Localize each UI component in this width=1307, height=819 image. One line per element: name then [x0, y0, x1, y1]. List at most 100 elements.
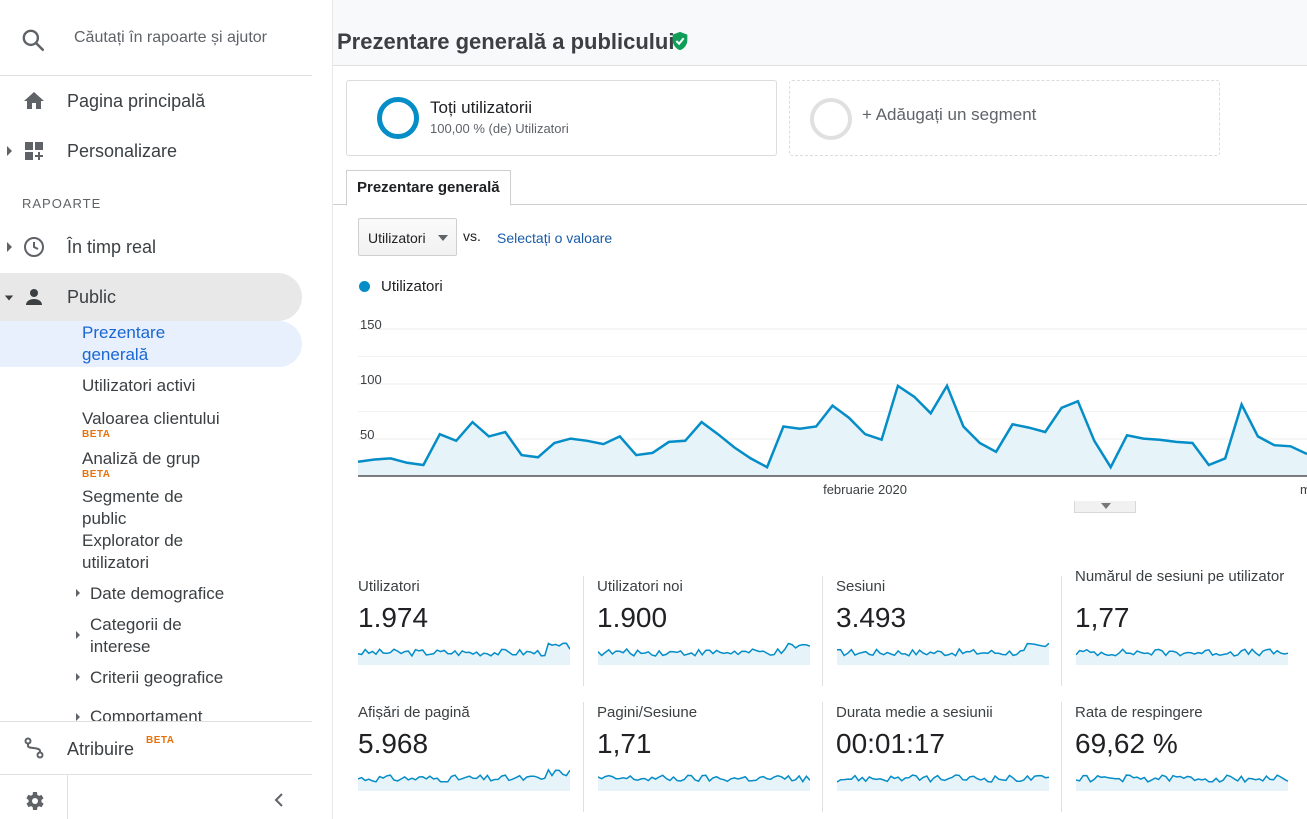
segment-ring-icon: [377, 97, 419, 139]
page-title: Prezentare generală a publicului: [337, 29, 675, 54]
sub-item-lifetime-value[interactable]: Valoarea clientului BETA: [82, 408, 220, 440]
line-chart: 50 100 150 februarie 2020 m: [358, 317, 1307, 497]
nav-item-realtime-label: În timp real: [67, 237, 157, 257]
footer-divider: [67, 775, 68, 819]
sparkline-line: [837, 642, 1049, 657]
segment-ring-empty-icon: [810, 98, 852, 140]
sparkline: [1076, 648, 1288, 665]
vs-label: vs.: [463, 228, 481, 244]
sub-group-geo[interactable]: Criterii geografice: [90, 667, 223, 689]
metric-card[interactable]: Pagini/Sesiune 1,71: [583, 702, 821, 812]
main-content: Prezentare generală a publicului Toți ut…: [333, 0, 1307, 819]
metric-value: 5.968: [358, 728, 429, 759]
sparkline-area: [1076, 649, 1288, 665]
sub-item-cohort-analysis[interactable]: Analiză de grup BETA: [82, 448, 200, 480]
caret-down-icon: [4, 295, 14, 301]
segment-card-all-users[interactable]: Toți utilizatorii 100,00 % (de) Utilizat…: [346, 80, 777, 156]
y-tick-label: 50: [360, 427, 374, 442]
nav-item-home[interactable]: Pagina principală: [0, 79, 312, 123]
sub-item-active-users[interactable]: Utilizatori activi: [82, 375, 195, 397]
sparkline-area: [358, 643, 570, 665]
beta-badge: BETA: [146, 735, 175, 746]
caret-down-icon: [1101, 503, 1111, 509]
nav-item-attribution[interactable]: Atribuire BETA: [0, 722, 312, 774]
metric-name: Numărul de sesiuni pe utilizator: [1075, 568, 1285, 585]
metric-name: Utilizatori noi: [597, 578, 683, 595]
y-tick-label: 100: [360, 372, 382, 387]
metric-select[interactable]: Utilizatori: [358, 218, 457, 256]
nav-item-customization[interactable]: Personalizare: [0, 129, 312, 173]
sub-group-demographics[interactable]: Date demografice: [90, 583, 224, 605]
sub-item-audiences[interactable]: Segmente de public: [82, 486, 212, 530]
nav-item-audience-label: Public: [67, 287, 117, 307]
metric-card[interactable]: Utilizatori 1.974: [358, 576, 596, 686]
metric-value: 1,77: [1075, 602, 1130, 633]
metric-card[interactable]: Afișări de pagină 5.968: [358, 702, 596, 812]
caret-down-icon: [438, 235, 448, 241]
metric-name: Rata de respingere: [1075, 704, 1203, 721]
sidebar-footer-row: [0, 774, 312, 819]
metric-value: 1.900: [597, 602, 668, 633]
metric-name: Afișări de pagină: [358, 704, 470, 721]
metric-value: 3.493: [836, 602, 907, 633]
metric-card[interactable]: Durata medie a sesiunii 00:01:17: [822, 702, 1060, 812]
sparkline-area: [358, 769, 570, 791]
metric-value: 00:01:17: [836, 728, 945, 759]
beta-badge: BETA: [82, 469, 111, 480]
add-segment-label: + Adăugați un segment: [862, 105, 1037, 124]
metric-value: 1,71: [597, 728, 652, 759]
gear-icon[interactable]: [22, 789, 46, 813]
select-comparison-link[interactable]: Selectați o valoare: [497, 230, 612, 246]
sidebar-footer: Atribuire BETA: [0, 721, 312, 819]
x-tick-label: m: [1300, 482, 1307, 497]
segment-name: Toți utilizatorii: [430, 98, 533, 117]
metric-select-value: Utilizatori: [368, 230, 426, 246]
segment-subtitle: 100,00 % (de) Utilizatori: [430, 121, 569, 136]
sparkline: [358, 642, 570, 665]
search-icon: [22, 29, 45, 52]
y-tick-label: 150: [360, 317, 382, 332]
metric-name: Pagini/Sesiune: [597, 704, 698, 721]
search-input[interactable]: Căutați în rapoarte și ajutor: [74, 29, 267, 47]
sub-item-cohort-analysis-label: Analiză de grup: [82, 449, 201, 468]
caret-right-icon: [76, 631, 80, 639]
sub-item-user-explorer[interactable]: Explorator de utilizatori: [82, 530, 212, 574]
nav-item-customization-label: Personalizare: [67, 141, 178, 161]
metric-card[interactable]: Rata de respingere 69,62 %: [1061, 702, 1299, 812]
x-tick-label: februarie 2020: [823, 482, 907, 497]
sparkline-area: [598, 643, 810, 665]
nav-item-realtime[interactable]: În timp real: [0, 225, 312, 269]
chart-expand-toggle[interactable]: [1074, 501, 1136, 513]
chevron-left-icon[interactable]: [270, 791, 288, 809]
sparkline: [837, 774, 1049, 791]
metric-card[interactable]: Sesiuni 3.493: [822, 576, 1060, 686]
metric-value: 69,62 %: [1075, 728, 1178, 759]
search-bar[interactable]: Căutați în rapoarte și ajutor: [0, 0, 312, 76]
sidebar: Căutați în rapoarte și ajutor Pagina pri…: [0, 0, 333, 819]
beta-badge: BETA: [82, 429, 111, 440]
legend-swatch: [359, 281, 370, 292]
sparkline: [598, 774, 810, 791]
metric-card[interactable]: Utilizatori noi 1.900: [583, 576, 821, 686]
metric-value: 1.974: [358, 602, 429, 633]
clock-icon: [24, 237, 44, 257]
add-segment-button[interactable]: + Adăugați un segment: [789, 80, 1220, 156]
sparkline: [1076, 774, 1288, 791]
metric-card[interactable]: Numărul de sesiuni pe utilizator 1,77: [1061, 568, 1299, 686]
nav-item-audience[interactable]: Public: [0, 273, 302, 321]
tab-overview[interactable]: Prezentare generală: [346, 170, 511, 206]
metric-name: Sesiuni: [836, 578, 886, 595]
legend-label: Utilizatori: [381, 278, 443, 295]
caret-right-icon: [7, 242, 12, 252]
caret-right-icon: [7, 146, 12, 156]
sub-item-overview[interactable]: Prezentare generală: [82, 322, 202, 366]
caret-right-icon: [76, 589, 80, 597]
report-tabs: Prezentare generală: [333, 170, 1307, 206]
sub-group-interests[interactable]: Categorii de interese: [90, 614, 220, 658]
sparkline: [837, 642, 1049, 665]
header-bar: Prezentare generală a publicului: [333, 0, 1307, 66]
verified-shield-icon: [672, 31, 688, 51]
metric-name: Durata medie a sesiunii: [836, 704, 993, 721]
caret-right-icon: [76, 673, 80, 681]
nav-item-attribution-label: Atribuire: [67, 739, 135, 759]
